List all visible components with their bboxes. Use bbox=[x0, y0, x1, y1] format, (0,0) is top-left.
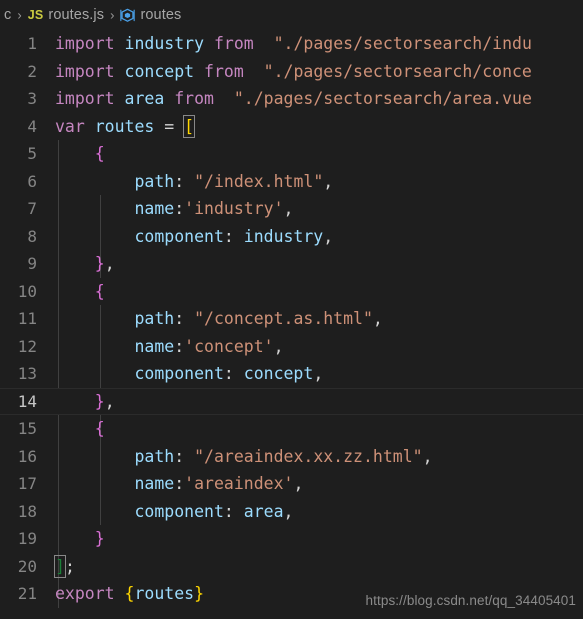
code-line[interactable]: 17 name:'areaindex', bbox=[0, 470, 583, 498]
code-line[interactable]: 13 component: concept, bbox=[0, 360, 583, 388]
breadcrumb-item-symbol[interactable]: routes bbox=[140, 7, 181, 23]
line-content: { bbox=[94, 419, 105, 438]
code-line[interactable]: 10 { bbox=[0, 278, 583, 306]
line-number: 10 bbox=[17, 281, 37, 301]
code-line[interactable]: 3 import area from "./pages/sectorsearch… bbox=[0, 85, 583, 113]
code-line[interactable]: 19 } bbox=[0, 525, 583, 553]
code-line[interactable]: 6 path: "/index.html", bbox=[0, 168, 583, 196]
line-content: name:'areaindex', bbox=[134, 474, 304, 493]
breadcrumb-item-file[interactable]: routes.js bbox=[48, 7, 104, 23]
line-number: 9 bbox=[27, 254, 37, 273]
line-content: ]; bbox=[54, 554, 75, 578]
line-number: 16 bbox=[17, 446, 37, 466]
line-content: { bbox=[94, 144, 105, 163]
line-number: 4 bbox=[27, 116, 37, 136]
line-content: }, bbox=[94, 254, 115, 273]
code-line[interactable]: 15 { bbox=[0, 415, 583, 443]
code-line[interactable]: 2 import concept from "./pages/sectorsea… bbox=[0, 58, 583, 86]
line-number: 5 bbox=[27, 144, 37, 163]
line-content: path: "/concept.as.html", bbox=[134, 309, 383, 328]
code-line[interactable]: 9 }, bbox=[0, 250, 583, 278]
line-content: name:'concept', bbox=[134, 336, 284, 356]
line-number: 8 bbox=[27, 226, 37, 246]
code-line[interactable]: 1 import industry from "./pages/sectorse… bbox=[0, 30, 583, 58]
line-content: import concept from "./pages/sectorsearc… bbox=[55, 61, 532, 81]
code-line[interactable]: 7 name:'industry', bbox=[0, 195, 583, 223]
line-content: component: industry, bbox=[134, 226, 334, 246]
vscode-editor-window: c › JS routes.js › routes 1 import indus… bbox=[0, 0, 583, 619]
code-line[interactable]: 8 component: industry, bbox=[0, 223, 583, 251]
line-number: 1 bbox=[27, 34, 37, 53]
js-file-icon: JS bbox=[27, 8, 44, 22]
bracket-match-highlight: [ bbox=[183, 114, 196, 138]
code-line[interactable]: 4 var routes = [ bbox=[0, 113, 583, 141]
code-line-active[interactable]: 14 }, bbox=[0, 387, 583, 415]
breadcrumb-separator-icon: › bbox=[17, 7, 22, 22]
line-content: import area from "./pages/sectorsearch/a… bbox=[55, 89, 532, 108]
line-content: var routes = [ bbox=[55, 114, 196, 138]
line-content: import industry from "./pages/sectorsear… bbox=[55, 34, 532, 53]
code-line[interactable]: 11 path: "/concept.as.html", bbox=[0, 305, 583, 333]
line-number: 13 bbox=[17, 364, 37, 383]
line-content: export {routes} bbox=[55, 584, 205, 603]
line-number: 18 bbox=[17, 501, 37, 521]
code-line[interactable]: 16 path: "/areaindex.xx.zz.html", bbox=[0, 443, 583, 471]
line-number: 12 bbox=[17, 336, 37, 356]
line-number: 15 bbox=[17, 419, 37, 438]
code-line[interactable]: 21 export {routes} bbox=[0, 580, 583, 608]
line-content: name:'industry', bbox=[134, 199, 294, 218]
code-line[interactable]: 12 name:'concept', bbox=[0, 333, 583, 361]
code-line[interactable]: 18 component: area, bbox=[0, 498, 583, 526]
line-number: 20 bbox=[17, 556, 37, 576]
line-number: 11 bbox=[17, 309, 37, 328]
line-number: 3 bbox=[27, 89, 37, 108]
line-content: component: concept, bbox=[134, 364, 324, 383]
line-content: } bbox=[94, 529, 105, 548]
code-line[interactable]: 5 { bbox=[0, 140, 583, 168]
breadcrumb-item-root[interactable]: c bbox=[4, 7, 11, 23]
line-number: 14 bbox=[17, 391, 37, 411]
line-number: 2 bbox=[27, 61, 37, 81]
breadcrumb-separator-icon-2: › bbox=[110, 7, 115, 22]
line-number: 21 bbox=[17, 584, 37, 603]
code-lines: 1 import industry from "./pages/sectorse… bbox=[0, 30, 583, 608]
line-content: { bbox=[94, 281, 105, 301]
line-number: 6 bbox=[27, 171, 37, 191]
line-content: }, bbox=[94, 391, 115, 411]
line-content: path: "/areaindex.xx.zz.html", bbox=[134, 446, 433, 466]
code-editor[interactable]: 1 import industry from "./pages/sectorse… bbox=[0, 30, 583, 619]
line-content: component: area, bbox=[134, 501, 294, 521]
code-line[interactable]: 20 ]; bbox=[0, 553, 583, 581]
line-number: 7 bbox=[27, 199, 37, 218]
line-number: 17 bbox=[17, 474, 37, 493]
symbol-variable-icon bbox=[120, 8, 136, 23]
breadcrumb[interactable]: c › JS routes.js › routes bbox=[0, 0, 583, 30]
bracket-match-highlight-close: ] bbox=[54, 554, 66, 578]
line-content: path: "/index.html", bbox=[134, 171, 334, 191]
line-number: 19 bbox=[17, 529, 37, 548]
